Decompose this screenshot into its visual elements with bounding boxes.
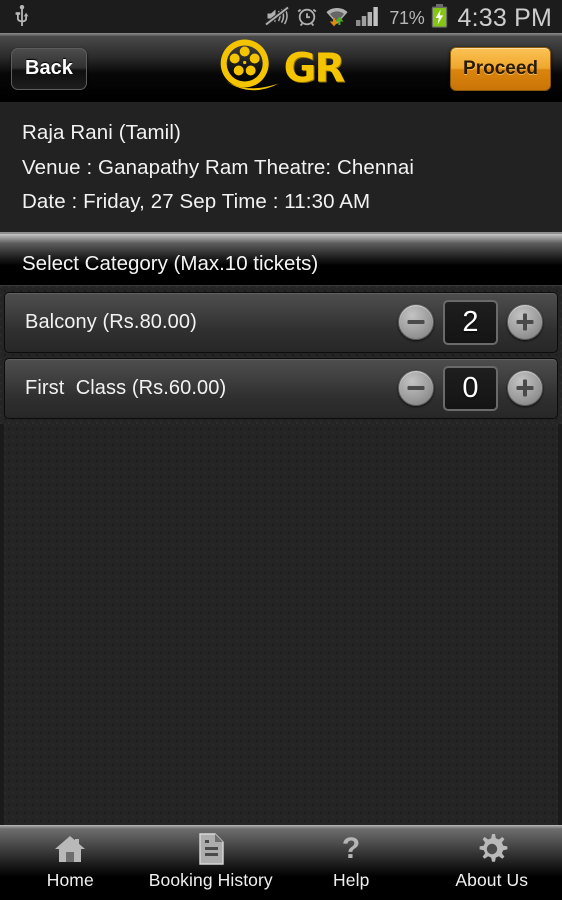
back-button[interactable]: Back: [11, 47, 87, 90]
select-category-header: Select Category (Max.10 tickets): [0, 233, 562, 286]
battery-charging-icon: [431, 3, 448, 33]
nav-label-home: Home: [46, 870, 94, 890]
event-info-panel: Raja Rani (Tamil) Venue : Ganapathy Ram …: [0, 102, 562, 234]
alarm-clock-icon: [296, 5, 318, 32]
proceed-button[interactable]: Proceed: [450, 46, 551, 91]
minus-circle-icon[interactable]: [398, 304, 434, 340]
category-label: Balcony (Rs.80.00): [25, 310, 197, 333]
event-venue: Venue : Ganapathy Ram Theatre: Chennai: [22, 155, 415, 179]
nav-item-home[interactable]: Home: [0, 826, 141, 900]
battery-percent-label: 71%: [389, 7, 425, 28]
document-icon: [196, 832, 226, 866]
nav-label-help: Help: [333, 870, 370, 890]
quantity-stepper: 0: [398, 365, 543, 411]
nav-item-about-us[interactable]: About Us: [422, 826, 562, 900]
wifi-data-transfer-icon: [325, 5, 349, 32]
event-datetime: Date : Friday, 27 Sep Time : 11:30 AM: [22, 190, 371, 213]
nav-item-booking-history[interactable]: Booking History: [141, 826, 282, 900]
quantity-stepper: 2: [398, 299, 543, 345]
select-category-label: Select Category (Max.10 tickets): [22, 252, 319, 275]
logo-text: GR: [283, 45, 346, 92]
event-title: Raja Rani (Tamil): [22, 121, 181, 144]
table-row[interactable]: First Class (Rs.60.00) 0: [4, 357, 558, 419]
quantity-value[interactable]: 0: [443, 365, 498, 411]
minus-circle-icon[interactable]: [398, 370, 434, 406]
svg-text:?: ?: [342, 833, 360, 865]
quantity-value[interactable]: 2: [443, 299, 498, 345]
app-screen: 71% 4:33 PM Back GR Proceed Raja Rani (T…: [0, 0, 562, 900]
empty-content-area: [0, 424, 562, 825]
status-bar: 71% 4:33 PM: [0, 0, 562, 36]
film-reel-icon: [219, 37, 281, 100]
volume-mute-icon: [265, 5, 290, 31]
action-bar: Back GR Proceed: [0, 36, 562, 102]
question-mark-icon: ?: [338, 832, 364, 866]
clock-label: 4:33 PM: [457, 3, 552, 32]
status-bar-right: 71% 4:33 PM: [265, 3, 552, 33]
app-logo: GR: [219, 37, 346, 100]
category-label: First Class (Rs.60.00): [25, 376, 227, 399]
home-icon: [53, 832, 87, 866]
status-bar-left: [14, 4, 30, 32]
gear-icon: [476, 832, 508, 866]
nav-item-help[interactable]: ? Help: [281, 826, 422, 900]
cellular-signal-icon: [356, 5, 382, 32]
usb-icon: [14, 4, 30, 32]
nav-label-about-us: About Us: [455, 870, 529, 890]
table-row[interactable]: Balcony (Rs.80.00) 2: [4, 291, 558, 353]
nav-label-booking-history: Booking History: [148, 870, 273, 890]
bottom-navigation-bar: Home Booking History ? Help About Us: [0, 825, 562, 900]
plus-circle-icon[interactable]: [507, 370, 543, 406]
plus-circle-icon[interactable]: [507, 304, 543, 340]
